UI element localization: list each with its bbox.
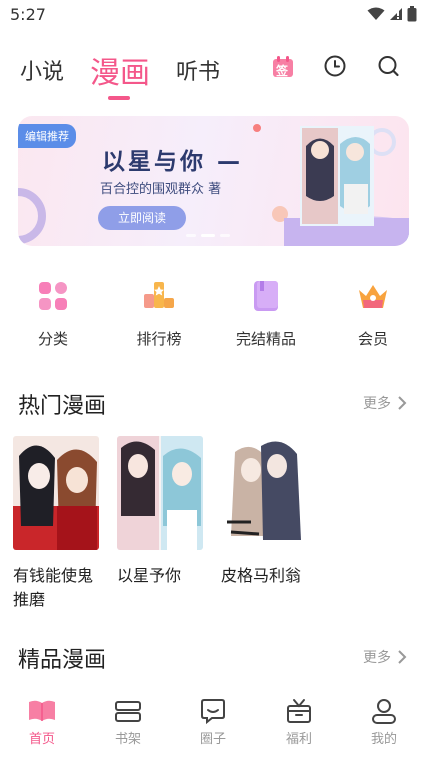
signal-icon <box>390 8 402 20</box>
category-classify[interactable]: 分类 <box>13 278 93 349</box>
tab-novel[interactable]: 小说 <box>20 54 64 86</box>
category-label: 会员 <box>357 330 388 348</box>
comic-card[interactable]: 以星予你 <box>117 436 205 588</box>
status-icons <box>367 6 417 22</box>
status-bar: 5:27 <box>0 0 427 30</box>
nav-label: 书架 <box>114 732 141 747</box>
hot-more-link[interactable]: 更多 <box>363 393 407 413</box>
category-completed[interactable]: 完结精品 <box>226 278 306 349</box>
comic-cover <box>117 436 203 550</box>
premium-more-link[interactable]: 更多 <box>363 647 407 667</box>
wifi-icon <box>367 7 385 20</box>
history-button[interactable] <box>320 52 350 82</box>
more-label: 更多 <box>363 396 391 412</box>
bottom-nav: 首页 书架 圈子 福利 我的 <box>0 688 427 759</box>
gift-icon <box>287 699 311 723</box>
chat-bubble-icon <box>201 699 225 725</box>
tab-audiobook[interactable]: 听书 <box>176 54 220 86</box>
chevron-right-icon <box>398 396 407 410</box>
checkin-label: 签 <box>276 64 289 78</box>
nav-label: 福利 <box>285 732 312 747</box>
premium-section-title: 精品漫画 <box>18 648 107 673</box>
active-tab-indicator <box>108 96 130 100</box>
banner-book-cover <box>300 126 374 226</box>
banner-tag: 编辑推荐 <box>18 124 76 148</box>
banner-subtitle: 百合控的围观群众 著 <box>100 182 222 197</box>
comic-title: 皮格马利翁 <box>221 566 302 585</box>
clock-icon <box>324 55 346 77</box>
search-icon <box>378 56 399 77</box>
nav-welfare[interactable]: 福利 <box>269 696 329 747</box>
top-nav: 小说 漫画 听书 签 <box>0 44 427 104</box>
category-label: 分类 <box>37 330 68 348</box>
banner-pagination <box>186 234 230 237</box>
bookshelf-icon <box>115 701 141 722</box>
featured-banner[interactable]: 编辑推荐 以星与你 — 百合控的围观群众 著 立即阅读 <box>18 116 409 246</box>
hot-section-title: 热门漫画 <box>18 394 107 419</box>
category-ranking[interactable]: 排行榜 <box>119 278 199 349</box>
tab-comic[interactable]: 漫画 <box>90 48 150 92</box>
battery-icon <box>407 6 417 22</box>
category-vip[interactable]: 会员 <box>333 278 413 349</box>
category-label: 完结精品 <box>235 330 296 348</box>
comic-title: 有钱能使鬼推磨 <box>13 566 94 609</box>
comic-card[interactable]: 有钱能使鬼推磨 <box>13 436 101 612</box>
banner-dot-active <box>201 234 215 237</box>
comic-cover <box>221 436 307 550</box>
nav-profile[interactable]: 我的 <box>354 696 414 747</box>
comic-card[interactable]: 皮格马利翁 <box>221 436 309 588</box>
banner-dot <box>186 234 196 237</box>
book-icon <box>254 281 278 311</box>
checkin-button[interactable]: 签 <box>268 52 298 82</box>
trophy-icon <box>144 282 174 308</box>
comic-title: 以星予你 <box>117 566 182 585</box>
nav-circle[interactable]: 圈子 <box>183 696 243 747</box>
nav-bookshelf[interactable]: 书架 <box>98 696 158 747</box>
user-icon <box>372 699 396 724</box>
comic-cover <box>13 436 99 550</box>
read-now-button[interactable]: 立即阅读 <box>98 206 186 230</box>
nav-label: 我的 <box>370 732 397 747</box>
nav-label: 圈子 <box>199 732 226 747</box>
category-label: 排行榜 <box>136 330 182 348</box>
nav-label: 首页 <box>28 732 55 747</box>
grid-icon <box>39 282 67 310</box>
crown-icon <box>359 285 387 308</box>
more-label: 更多 <box>363 650 391 666</box>
home-book-icon <box>29 700 55 721</box>
chevron-right-icon <box>398 650 407 664</box>
search-button[interactable] <box>374 52 404 82</box>
nav-home[interactable]: 首页 <box>12 696 72 747</box>
status-time: 5:27 <box>10 5 46 24</box>
banner-dot <box>220 234 230 237</box>
banner-title: 以星与你 — <box>102 149 244 175</box>
